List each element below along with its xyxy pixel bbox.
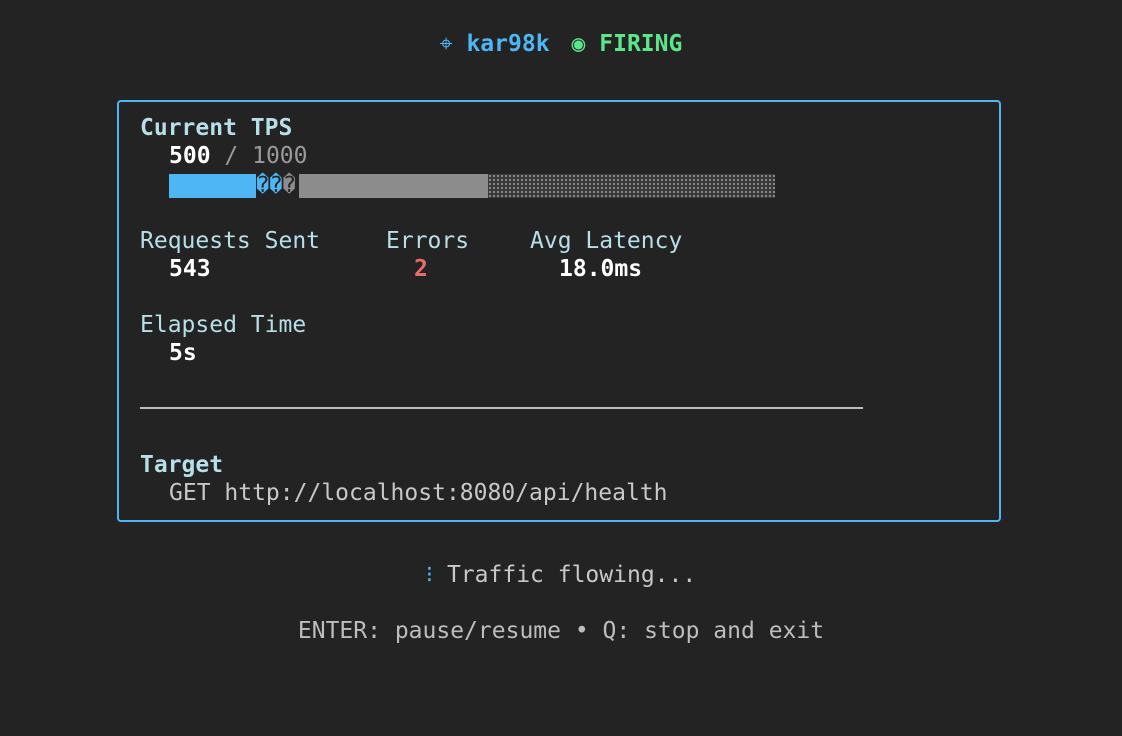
- traffic-status-text: Traffic flowing...: [446, 562, 697, 588]
- status-text: FIRING: [599, 31, 683, 57]
- avg-latency-label: Avg Latency: [530, 228, 683, 254]
- elapsed-time-label: Elapsed Time: [140, 312, 307, 338]
- crosshair-icon: ⌖: [439, 31, 453, 57]
- errors-value: 2: [414, 256, 428, 282]
- tps-max: 1000: [252, 143, 308, 169]
- header: ⌖ kar98k ◉ FIRING: [0, 28, 1122, 60]
- requests-sent-label: Requests Sent: [140, 228, 321, 254]
- requests-sent-value: 543: [169, 256, 211, 282]
- target-value: GET http://localhost:8080/api/health: [169, 480, 668, 506]
- tps-progress-bar: ���: [169, 174, 775, 198]
- tps-progress-glyphs: ���: [256, 174, 296, 198]
- target-label: Target: [140, 452, 224, 478]
- section-divider: [140, 407, 863, 409]
- avg-latency-value: 18.0ms: [559, 256, 643, 282]
- traffic-status: ⁝ Traffic flowing...: [0, 561, 1122, 589]
- tps-progress-glyph-gray: �: [282, 173, 296, 198]
- spinner-icon: ⁝: [425, 562, 434, 588]
- elapsed-time-value: 5s: [169, 340, 197, 366]
- tps-label: Current TPS: [140, 115, 293, 141]
- tps-separator: /: [210, 143, 253, 169]
- tps-progress-fill: [169, 174, 256, 198]
- tps-progress-glyph-blue: ��: [256, 173, 283, 198]
- tps-readout: 500 / 1000: [169, 142, 307, 170]
- dashboard-panel: Current TPS 500 / 1000 ��� Requests Sent…: [117, 100, 1001, 522]
- tps-progress-partial: [299, 174, 488, 198]
- app-name: kar98k: [466, 31, 550, 57]
- status-indicator-icon: ◉: [571, 31, 586, 57]
- tps-progress-empty: [488, 174, 775, 198]
- keyboard-help: ENTER: pause/resume • Q: stop and exit: [297, 618, 825, 644]
- errors-label: Errors: [386, 228, 470, 254]
- tps-current: 500: [169, 143, 211, 169]
